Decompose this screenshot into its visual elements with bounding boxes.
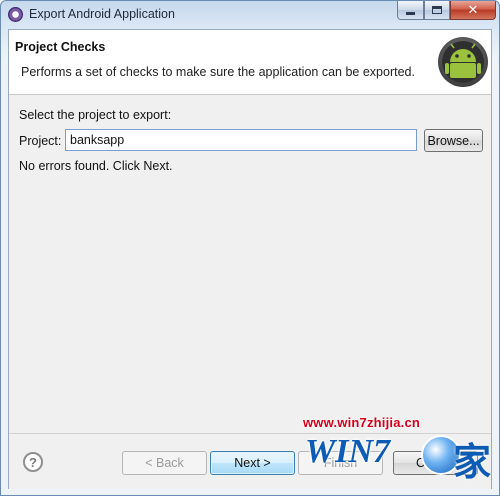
page-description: Performs a set of checks to make sure th… [21,65,415,79]
export-dialog-window: Export Android Application ✕ Project Che… [0,0,500,496]
minimize-icon [406,11,415,15]
close-icon: ✕ [467,2,479,17]
title-bar[interactable]: Export Android Application ✕ [1,1,499,29]
browse-button[interactable]: Browse... [424,129,483,152]
close-button[interactable]: ✕ [450,1,496,20]
next-button[interactable]: Next > [210,451,295,475]
help-icon[interactable]: ? [23,452,43,472]
finish-button[interactable]: Finish [298,451,383,475]
minimize-button[interactable] [397,1,424,20]
maximize-button[interactable] [424,1,450,20]
status-message: No errors found. Click Next. [19,159,173,173]
eclipse-icon [8,7,23,22]
wizard-content: Select the project to export: Project: B… [9,95,491,451]
window-title: Export Android Application [29,7,175,21]
wizard-footer: ? < Back Next > Finish Cancel [9,433,491,489]
dialog-client-area: Project Checks Performs a set of checks … [8,29,492,489]
cancel-button[interactable]: Cancel [393,451,478,475]
wizard-banner: Project Checks Performs a set of checks … [9,30,491,95]
maximize-icon [432,6,442,14]
back-button[interactable]: < Back [122,451,207,475]
select-project-label: Select the project to export: [19,108,172,122]
android-logo-icon [438,37,488,87]
project-label: Project: [19,134,62,148]
page-title: Project Checks [15,40,106,54]
project-input[interactable] [65,129,417,151]
